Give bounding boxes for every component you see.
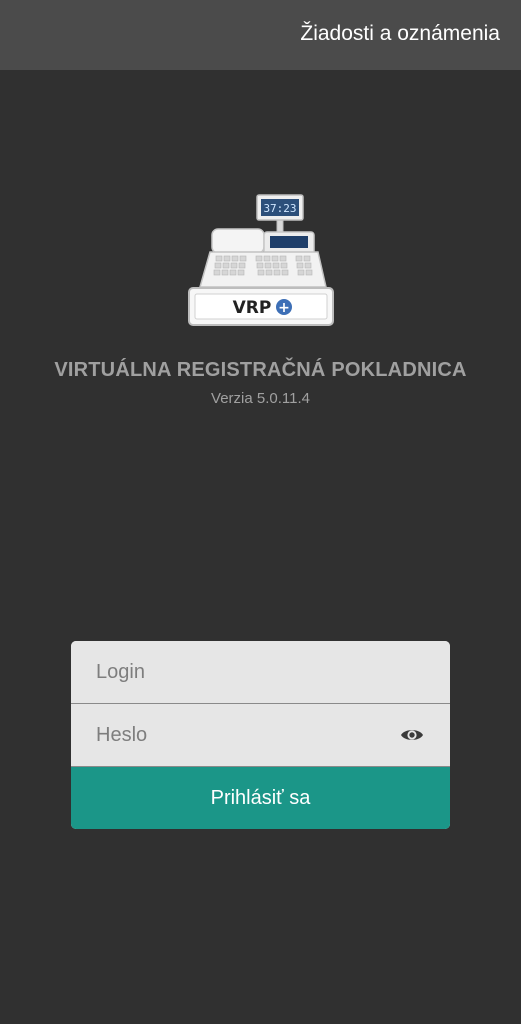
password-input[interactable]: [71, 704, 450, 766]
login-button[interactable]: Prihlásiť sa: [71, 767, 450, 829]
top-bar: Žiadosti a oznámenia: [0, 0, 521, 70]
login-field-container: [71, 641, 450, 704]
login-form: Prihlásiť sa: [71, 641, 450, 829]
register-display-time: 37:23: [263, 202, 296, 215]
vrp-brand-text: VRP: [233, 298, 272, 318]
app-version: Verzia 5.0.11.4: [211, 390, 310, 407]
login-input[interactable]: [71, 641, 450, 703]
eye-icon[interactable]: [400, 725, 424, 745]
password-field-container: [71, 704, 450, 767]
requests-notices-link[interactable]: Žiadosti a oznámenia: [300, 22, 500, 46]
cash-register-logo: 37:23 VRP +: [188, 194, 334, 326]
app-title: VIRTUÁLNA REGISTRAČNÁ POKLADNICA: [54, 359, 467, 381]
brand-plus-sign: +: [278, 300, 290, 316]
